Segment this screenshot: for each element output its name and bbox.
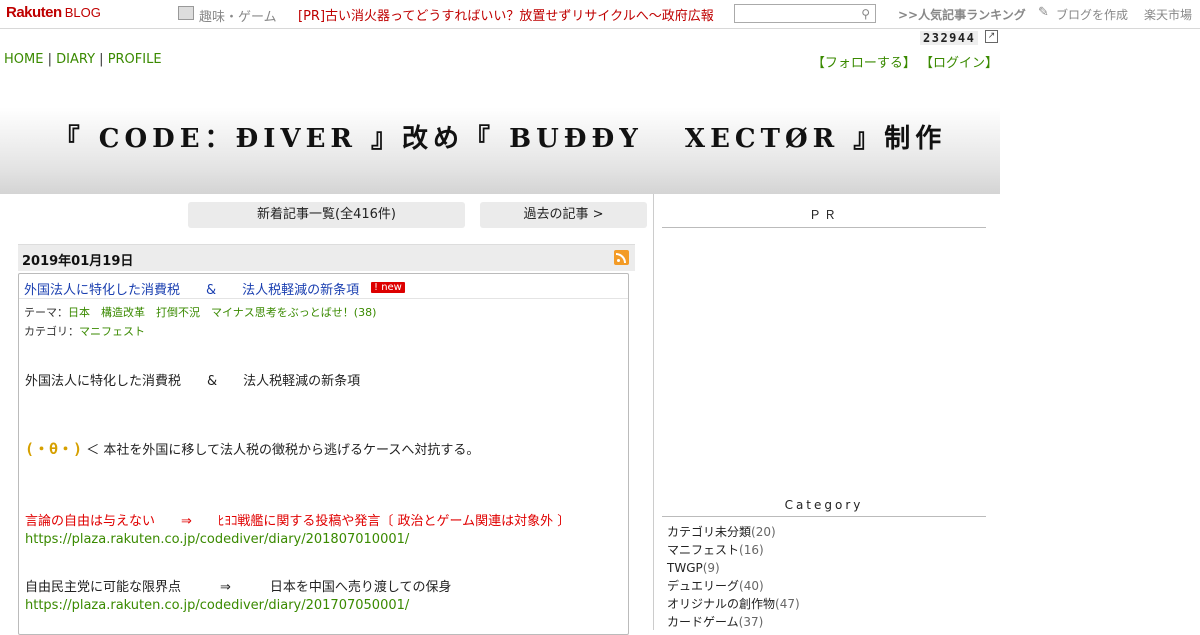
create-blog-link[interactable]: ブログを作成 <box>1056 6 1128 23</box>
category-item[interactable]: カードゲーム(37) <box>667 614 800 632</box>
rss-icon[interactable] <box>614 250 629 265</box>
entry-theme: テーマ：日本 構造改革 打倒不況 マイナス思考をぶっとばせ！(38) <box>24 304 376 320</box>
new-articles-button[interactable]: 新着記事一覧(全416件) <box>188 202 465 228</box>
blog-header-banner: 『 CODE：ĐIVER 』改め『 BUĐĐY XECTØR 』制作 <box>0 74 1000 194</box>
category-list: カテゴリ未分類(20) マニフェスト(16) TWGP(9) デュエリーグ(40… <box>667 524 800 632</box>
login-link[interactable]: 【ログイン】 <box>920 56 998 71</box>
blog-title[interactable]: 『 CODE：ĐIVER 』改め『 BUĐĐY XECTØR 』制作 <box>0 118 1000 155</box>
pencil-icon: ✎ <box>1038 5 1049 20</box>
hobby-game-icon <box>178 6 194 20</box>
face-text: ＜ 本社を外国に移して法人税の徴税から逃げるケースへ対抗する。 <box>82 443 480 458</box>
popular-ranking-link[interactable]: >>人気記事ランキング <box>898 6 1026 23</box>
pr-ad-link[interactable]: [PR]古い消火器ってどうすればいい？放置せずリサイクルへ～政府広報 <box>298 5 714 24</box>
search-input[interactable]: ⚲ <box>734 4 876 23</box>
nav-profile[interactable]: PROFILE <box>108 52 162 67</box>
entry-date-bar: 2019年01月19日 <box>18 244 635 271</box>
entry-line-2: 自由民主党に可能な限界点 ⇒ 日本を中国へ売り渡しての保身 <box>25 580 452 595</box>
logo-sub: BLOG <box>64 5 101 20</box>
entry-category: カテゴリ：マニフェスト <box>24 323 145 339</box>
sidebar-pr-heading: ＰＲ <box>662 206 986 228</box>
entry-red-line: 言論の自由は与えない ⇒ ﾋﾖｺ戦艦に関する投稿や発言〔 政治とゲーム関連は対象… <box>25 514 571 529</box>
theme-link[interactable]: 日本 構造改革 打倒不況 マイナス思考をぶっとばせ！(38) <box>68 306 376 319</box>
rakuten-market-link[interactable]: 楽天市場 <box>1144 6 1192 23</box>
entry-title-row: 外国法人に特化した消費税 & 法人税軽減の新条項 ! new <box>19 274 628 299</box>
new-badge: ! new <box>371 282 405 293</box>
account-links: 【フォローする】 【ログイン】 <box>812 52 998 71</box>
category-label: カテゴリ： <box>24 325 79 338</box>
column-divider <box>653 194 654 630</box>
rakuten-blog-logo[interactable]: Rakuten BLOG <box>6 4 101 21</box>
entry-link-2[interactable]: https://plaza.rakuten.co.jp/codediver/di… <box>25 598 409 613</box>
blog-nav: HOME | DIARY | PROFILE <box>4 52 162 67</box>
search-icon[interactable]: ⚲ <box>861 7 870 21</box>
category-link[interactable]: マニフェスト <box>79 325 145 338</box>
nav-diary[interactable]: DIARY <box>56 52 95 67</box>
category-item[interactable]: デュエリーグ(40) <box>667 578 800 596</box>
sidebar-category-heading: Category <box>662 498 986 517</box>
past-articles-button[interactable]: 過去の記事 > <box>480 202 647 228</box>
category-item[interactable]: マニフェスト(16) <box>667 542 800 560</box>
nav-home[interactable]: HOME <box>4 52 43 67</box>
follow-link[interactable]: 【フォローする】 <box>812 56 916 71</box>
nav-separator: | <box>99 52 104 67</box>
entry-body-heading: 外国法人に特化した消費税 & 法人税軽減の新条項 <box>25 374 361 389</box>
blog-entry: 外国法人に特化した消費税 & 法人税軽減の新条項 ! new テーマ：日本 構造… <box>18 273 629 635</box>
entry-date: 2019年01月19日 <box>22 254 134 269</box>
category-item[interactable]: オリジナルの創作物(47) <box>667 596 800 614</box>
theme-label: テーマ： <box>24 306 68 319</box>
entry-link-1[interactable]: https://plaza.rakuten.co.jp/codediver/di… <box>25 532 409 547</box>
global-top-bar: Rakuten BLOG 趣味・ゲーム [PR]古い消火器ってどうすればいい？放置… <box>0 0 1200 29</box>
entry-title[interactable]: 外国法人に特化した消費税 & 法人税軽減の新条項 <box>24 279 359 298</box>
genre-link[interactable]: 趣味・ゲーム <box>199 6 277 25</box>
entry-face-line: (・θ・) ＜ 本社を外国に移して法人税の徴税から逃げるケースへ対抗する。 <box>25 438 479 459</box>
category-item[interactable]: TWGP(9) <box>667 560 800 578</box>
logo-main: Rakuten <box>6 4 62 21</box>
counter-info-icon[interactable]: ↗ <box>985 30 998 43</box>
access-counter: 232944 <box>920 31 979 45</box>
face-emoticon: (・θ・) <box>25 440 83 458</box>
nav-separator: | <box>47 52 52 67</box>
category-item[interactable]: カテゴリ未分類(20) <box>667 524 800 542</box>
